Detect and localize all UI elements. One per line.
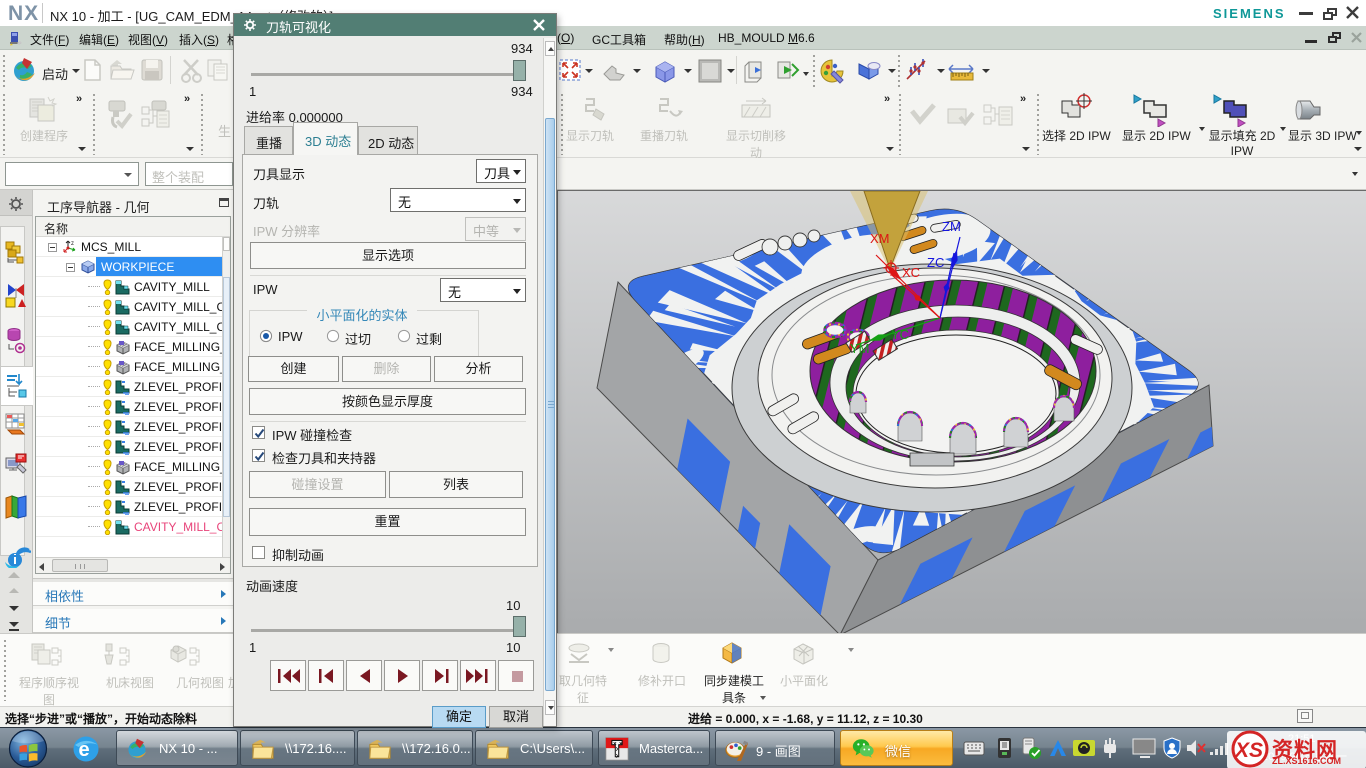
svg-text:XC: XC	[902, 265, 920, 280]
svg-text:YM: YM	[850, 341, 870, 356]
svg-text:XM: XM	[870, 231, 890, 246]
svg-text:ZM: ZM	[942, 219, 961, 234]
svg-text:YC: YC	[891, 327, 909, 342]
svg-text:ZC: ZC	[927, 255, 944, 270]
svg-text:z: z	[71, 241, 74, 247]
svg-text:XS: XS	[1234, 739, 1263, 762]
